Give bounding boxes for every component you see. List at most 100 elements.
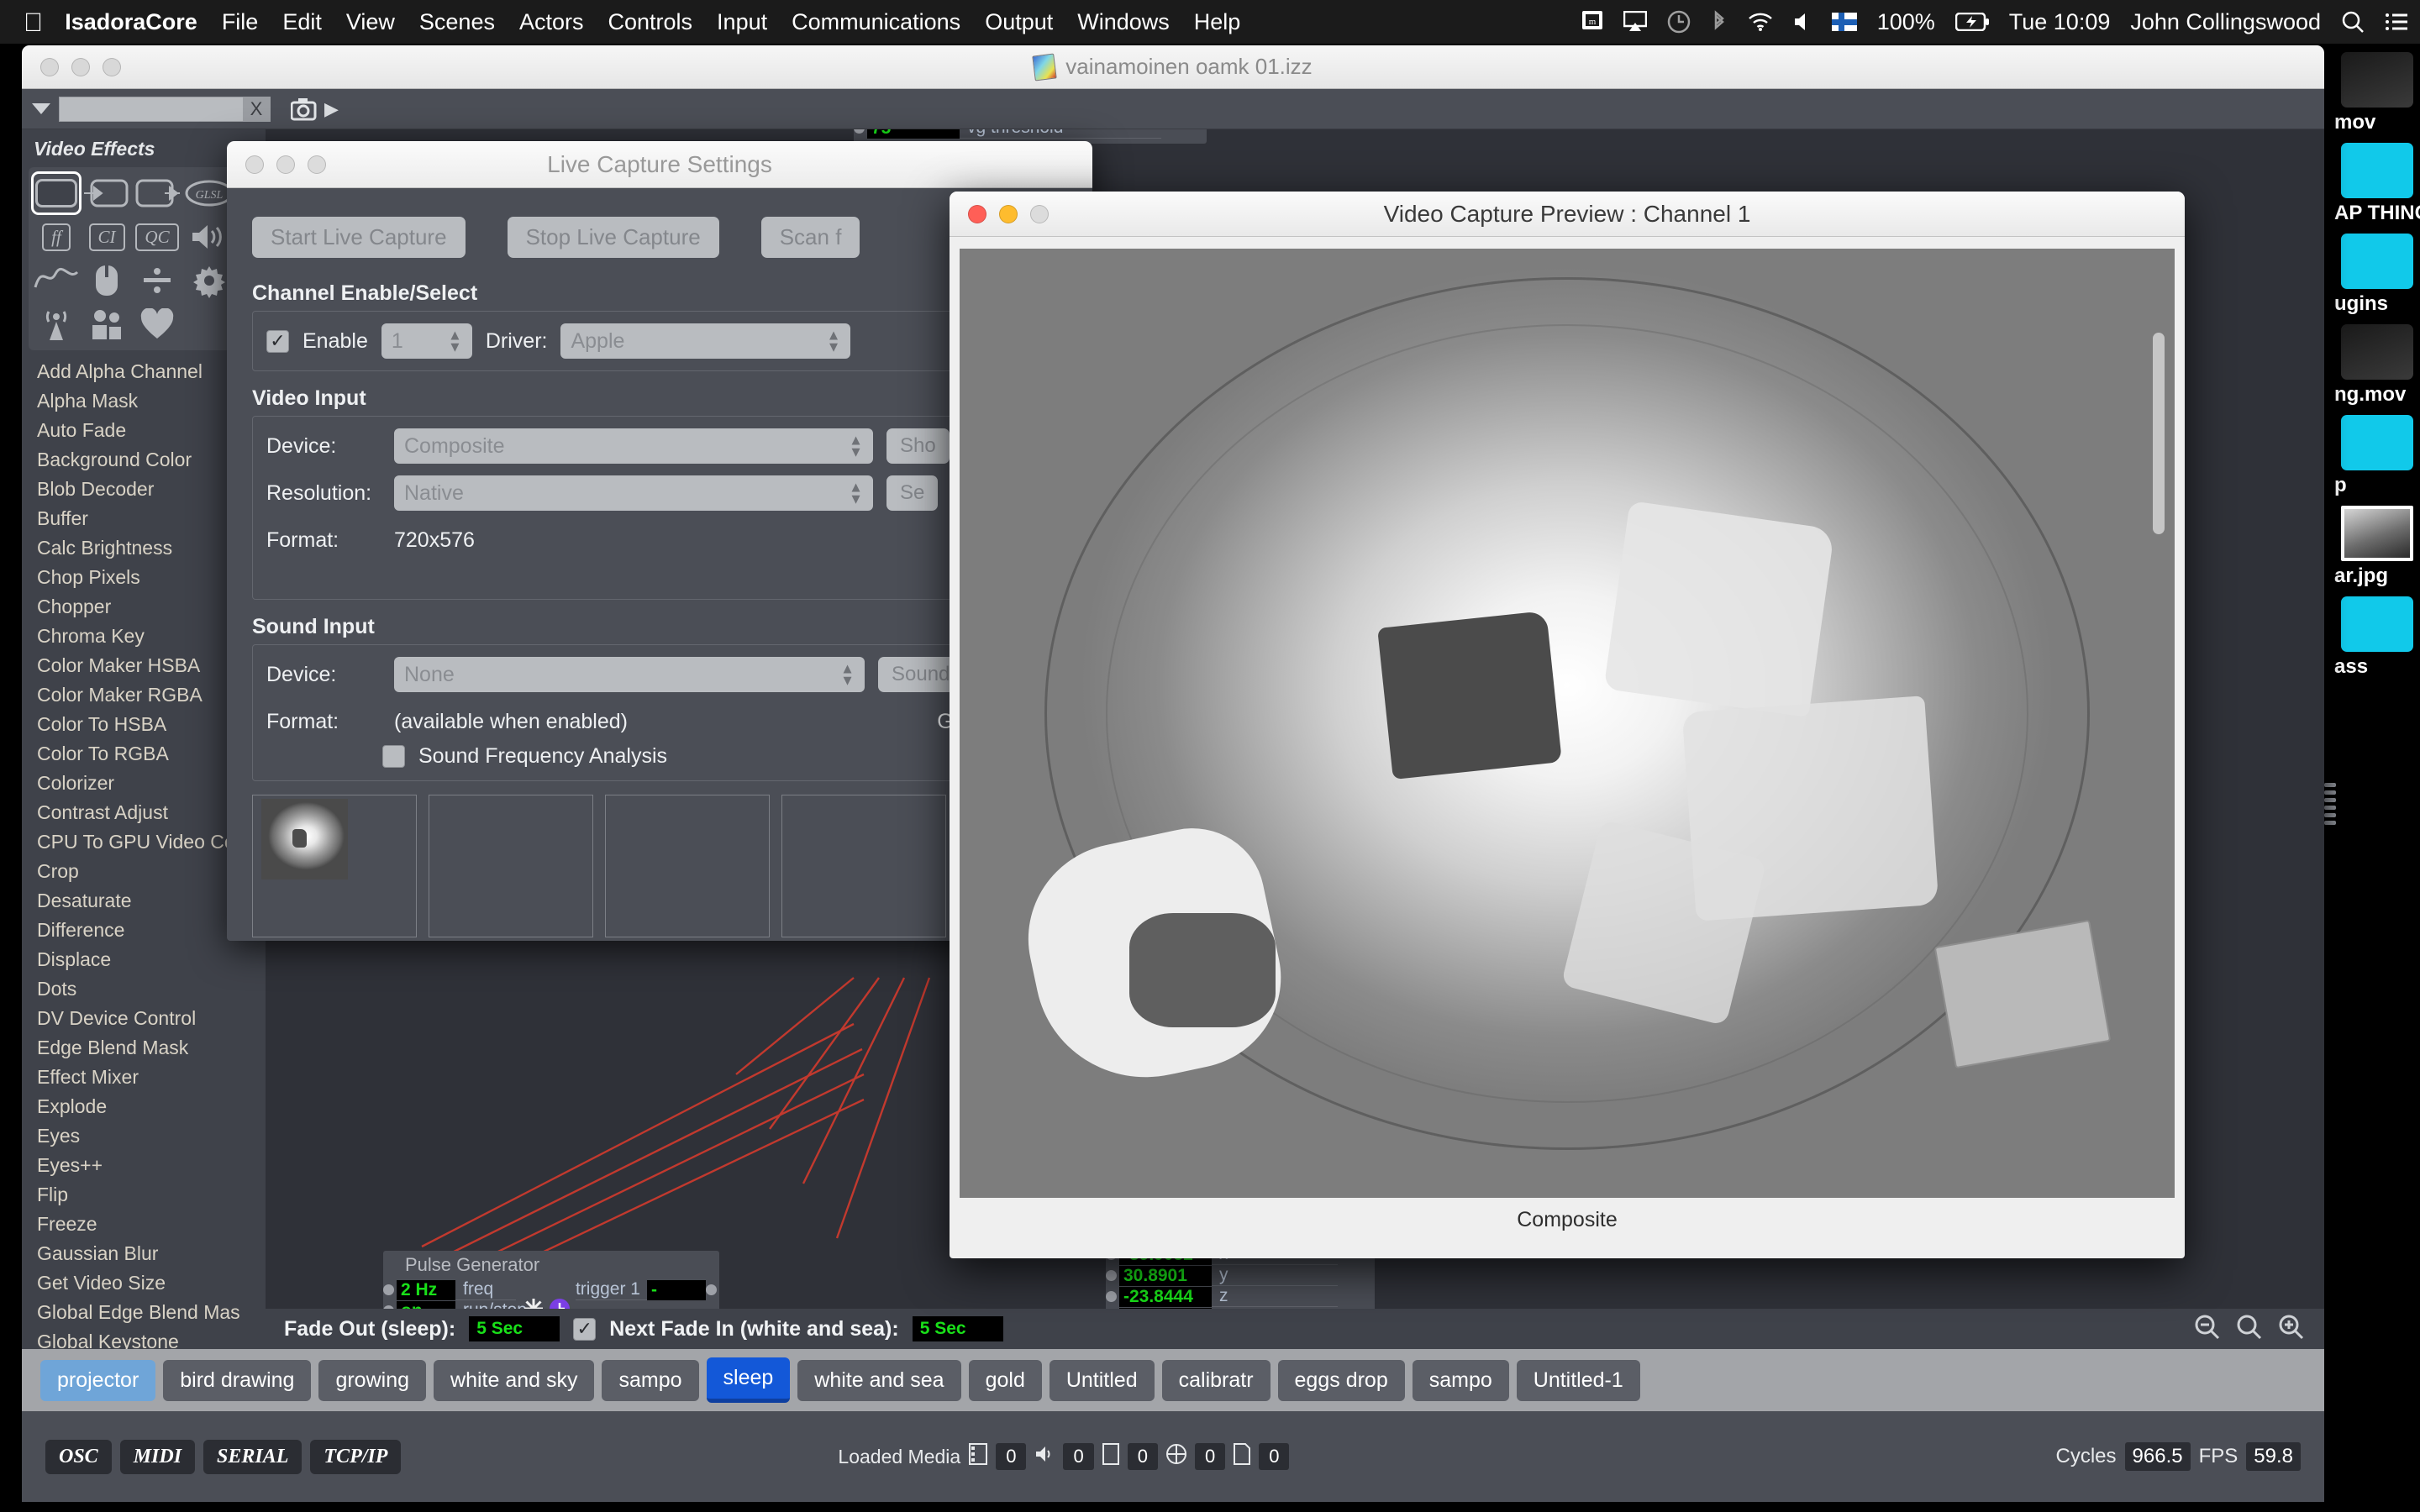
- effect-list-item[interactable]: Freeze: [22, 1210, 266, 1239]
- node-port[interactable]: 30.8901 y: [1106, 1265, 1375, 1286]
- stepper-arrows-icon[interactable]: ▲ ▼: [827, 328, 841, 354]
- channel-slot[interactable]: Channel 3: [605, 795, 770, 941]
- serial-button[interactable]: SERIAL: [203, 1439, 302, 1474]
- start-live-capture-button[interactable]: Start Live Capture: [252, 217, 466, 258]
- video-device-select[interactable]: Composite ▲ ▼: [394, 428, 873, 464]
- fade-settings-bar[interactable]: Fade Out (sleep): 5 Sec ✓ Next Fade In (…: [266, 1309, 2324, 1349]
- effect-list-item[interactable]: Get Video Size: [22, 1268, 266, 1298]
- search-icon[interactable]: [2341, 10, 2365, 34]
- volume-icon[interactable]: [1793, 12, 1812, 32]
- document-title-bar[interactable]: vainamoinen oamk 01.izz: [22, 45, 2324, 89]
- scene-tab-sleep[interactable]: sleep: [706, 1357, 791, 1403]
- input-arrow-icon[interactable]: [84, 174, 129, 213]
- scene-tab-white-and-sea[interactable]: white and sea: [797, 1359, 961, 1401]
- menu-item-actors[interactable]: Actors: [519, 9, 584, 35]
- bluetooth-icon[interactable]: [1711, 10, 1728, 34]
- capture-button-row[interactable]: Start Live Capture Stop Live Capture Sca…: [252, 217, 1067, 258]
- menu-item-isadoracore[interactable]: IsadoraCore: [65, 9, 197, 35]
- scene-tab-untitled[interactable]: Untitled: [1049, 1359, 1155, 1401]
- menu-item-file[interactable]: File: [222, 9, 259, 35]
- effect-list-item[interactable]: Edge Blend Mask: [22, 1033, 266, 1063]
- clock-icon[interactable]: [549, 1298, 571, 1309]
- people-icon[interactable]: [84, 305, 129, 344]
- stepper-arrows-icon[interactable]: ▲ ▼: [849, 480, 863, 506]
- video-resolution-select[interactable]: Native ▲ ▼: [394, 475, 873, 511]
- battery-charging-icon[interactable]: [1954, 13, 1989, 31]
- menu-item-edit[interactable]: Edit: [282, 9, 322, 35]
- node-port[interactable]: 75 vg threshold: [854, 129, 1207, 139]
- menu-item-input[interactable]: Input: [717, 9, 767, 35]
- output-arrow-icon[interactable]: [134, 174, 180, 213]
- zoom-in-icon[interactable]: [2277, 1313, 2306, 1346]
- menu-item-controls[interactable]: Controls: [608, 9, 693, 35]
- channel-slot[interactable]: Channel 2: [429, 795, 593, 941]
- video-input-section[interactable]: Device: Composite ▲ ▼ Sho Resolution: Nat…: [252, 416, 1067, 600]
- document-toolbar[interactable]: X ▶: [22, 89, 2324, 129]
- channel-slot[interactable]: Channel: [781, 795, 946, 941]
- media-bin-item[interactable]: ugins: [2323, 234, 2420, 316]
- media-bin-item[interactable]: mov: [2323, 52, 2420, 134]
- stop-live-capture-button[interactable]: Stop Live Capture: [507, 217, 719, 258]
- zoom-out-icon[interactable]: [2193, 1313, 2222, 1346]
- port-dot[interactable]: [706, 1284, 717, 1295]
- menu-item-view[interactable]: View: [346, 9, 395, 35]
- search-input-field[interactable]: [60, 97, 243, 121]
- output-value[interactable]: -: [647, 1279, 706, 1300]
- next-fade-in-value[interactable]: 5 Sec: [912, 1316, 1003, 1341]
- scene-tab-white-and-sky[interactable]: white and sky: [434, 1359, 595, 1401]
- port-dot[interactable]: [854, 129, 865, 134]
- media-bin-resize-grip[interactable]: [2324, 783, 2336, 828]
- effect-list-item[interactable]: Global Edge Blend Mas: [22, 1298, 266, 1327]
- effect-list-item[interactable]: Effect Mixer: [22, 1063, 266, 1092]
- menu-item-help[interactable]: Help: [1194, 9, 1241, 35]
- mac-menu-bar[interactable]:  IsadoraCore File Edit View Scenes Acto…: [0, 0, 2420, 44]
- rounded-rect-icon[interactable]: [31, 171, 82, 215]
- camera-icon[interactable]: ▶: [291, 97, 339, 121]
- current-user[interactable]: John Collingswood: [2130, 9, 2321, 35]
- osc-button[interactable]: OSC: [45, 1439, 112, 1474]
- wave-icon[interactable]: [34, 261, 79, 300]
- timemachine-icon[interactable]: [1667, 10, 1691, 34]
- channel-section[interactable]: ✓ Enable 1 ▲ ▼ Driver: Apple ▲ ▼: [252, 311, 1067, 371]
- ff-icon[interactable]: ff: [34, 218, 79, 256]
- media-bin-item[interactable]: p: [2323, 415, 2420, 497]
- channel-preview[interactable]: [429, 795, 593, 937]
- stepper-arrows-icon[interactable]: ▲ ▼: [849, 433, 863, 459]
- stepper-arrows-icon[interactable]: ▲ ▼: [840, 662, 855, 687]
- channel-number-stepper[interactable]: 1 ▲ ▼: [381, 323, 472, 359]
- scene-tab-bar[interactable]: projector bird drawing growing white and…: [22, 1349, 2324, 1411]
- show-video-settings-button[interactable]: Sho: [886, 428, 950, 464]
- driver-select[interactable]: Apple ▲ ▼: [560, 323, 851, 359]
- notification-center-icon[interactable]: [2385, 12, 2408, 32]
- scan-button[interactable]: Scan f: [760, 217, 860, 258]
- effect-list-item[interactable]: DV Device Control: [22, 1004, 266, 1033]
- scene-tab-eggs-drop[interactable]: eggs drop: [1277, 1359, 1405, 1401]
- select-resolution-button[interactable]: Se: [886, 475, 939, 511]
- effect-list-item[interactable]: Eyes: [22, 1121, 266, 1151]
- node-port[interactable]: on run/stop: [383, 1298, 719, 1309]
- status-bar[interactable]: OSC MIDI SERIAL TCP/IP Loaded Media 0 0 …: [22, 1411, 2324, 1502]
- video-capture-preview-window[interactable]: Video Capture Preview : Channel 1 Compos…: [950, 192, 2185, 1258]
- effect-list-item[interactable]: Displace: [22, 945, 266, 974]
- scene-tab-growing[interactable]: growing: [318, 1359, 427, 1401]
- effect-list-item[interactable]: Gaussian Blur: [22, 1239, 266, 1268]
- menu-item-windows[interactable]: Windows: [1077, 9, 1170, 35]
- effect-list-item[interactable]: Explode: [22, 1092, 266, 1121]
- port-value[interactable]: 30.8901: [1119, 1265, 1212, 1286]
- pulse-generator-node[interactable]: Pulse Generator 2 Hz freq trigger 1 - on: [383, 1251, 719, 1309]
- flag-finland-icon[interactable]: [1831, 13, 1857, 31]
- tcpip-button[interactable]: TCP/IP: [310, 1439, 402, 1474]
- preview-scrollbar[interactable]: [2153, 333, 2165, 534]
- triangle-down-icon[interactable]: [32, 103, 50, 114]
- menu-bar-clock[interactable]: Tue 10:09: [2009, 9, 2111, 35]
- enable-channel-checkbox[interactable]: ✓: [266, 329, 289, 353]
- search-input[interactable]: X: [59, 96, 271, 122]
- airplay-icon[interactable]: [1623, 11, 1647, 33]
- video-preview-title-bar[interactable]: Video Capture Preview : Channel 1: [950, 192, 2185, 237]
- qc-icon[interactable]: QC: [134, 218, 180, 256]
- next-fade-in-checkbox[interactable]: ✓: [573, 1317, 597, 1341]
- actor-palette[interactable]: GLSL js ff CI QC: [29, 167, 271, 350]
- media-bin[interactable]: mov AP THINGS ugins ng.mov p ar.jpg ass: [2323, 44, 2420, 1512]
- port-value[interactable]: 75: [867, 129, 960, 139]
- scene-tab-calibratr[interactable]: calibratr: [1161, 1359, 1270, 1401]
